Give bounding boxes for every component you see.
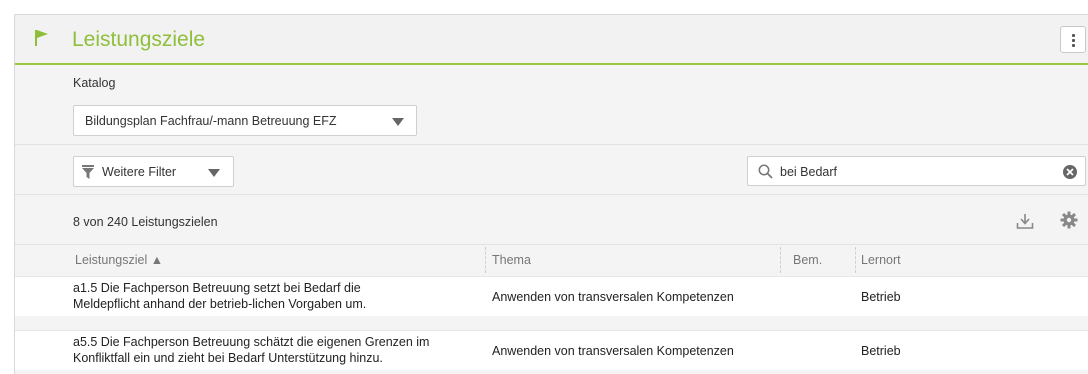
lernort-cell: Betrieb (861, 290, 901, 304)
table-row[interactable]: a1.5 Die Fachperson Betreuung setzt bei … (15, 276, 1088, 316)
katalog-select[interactable]: Bildungsplan Fachfrau/-mann Betreuung EF… (73, 105, 417, 136)
search-field[interactable] (747, 156, 1086, 186)
search-icon (758, 164, 773, 179)
chevron-down-icon (208, 169, 220, 177)
katalog-selected-value: Bildungsplan Fachfrau/-mann Betreuung EF… (85, 114, 337, 128)
chevron-down-icon (392, 118, 404, 126)
vertical-dots-icon (1072, 34, 1075, 37)
column-separator (855, 247, 856, 273)
filter-icon (82, 165, 94, 179)
leistungsziel-line: a1.5 Die Fachperson Betreuung setzt bei … (73, 281, 361, 295)
page-title: Leistungsziele (72, 28, 206, 51)
result-count: 8 von 240 Leistungszielen (73, 215, 218, 229)
column-header-bem[interactable]: Bem. (793, 253, 822, 267)
download-icon[interactable] (1016, 212, 1034, 230)
divider (15, 194, 1088, 195)
search-input[interactable] (780, 163, 1050, 181)
leistungsziele-panel: Leistungsziele Katalog Bildungsplan Fach… (14, 14, 1088, 374)
lernort-cell: Betrieb (861, 344, 901, 358)
leistungsziel-cell: a5.5 Die Fachperson Betreuung schätzt di… (73, 334, 429, 366)
divider (15, 144, 1088, 145)
clear-icon[interactable] (1062, 164, 1078, 180)
panel-header: Leistungsziele (15, 15, 1088, 65)
weitere-filter-button[interactable]: Weitere Filter (73, 156, 234, 187)
divider (15, 244, 1088, 245)
leistungsziel-cell: a1.5 Die Fachperson Betreuung setzt bei … (73, 280, 366, 312)
thema-cell: Anwenden von transversalen Kompetenzen (492, 344, 734, 358)
column-separator (780, 247, 781, 273)
thema-cell: Anwenden von transversalen Kompetenzen (492, 290, 734, 304)
vertical-dots-icon-dot (1072, 44, 1075, 47)
flag-icon (35, 30, 48, 46)
more-options-button[interactable] (1060, 26, 1086, 53)
katalog-label: Katalog (73, 76, 116, 90)
column-header-leistungsziel[interactable]: Leistungsziel ▲ (75, 253, 163, 267)
leistungsziel-line: a5.5 Die Fachperson Betreuung schätzt di… (73, 335, 430, 349)
weitere-filter-label: Weitere Filter (102, 165, 177, 179)
table-row[interactable]: a5.5 Die Fachperson Betreuung schätzt di… (15, 330, 1088, 370)
vertical-dots-icon-dot (1072, 39, 1075, 42)
leistungsziel-line: Konfliktfall ein und zieht bei Bedarf Un… (73, 351, 383, 365)
column-separator (485, 247, 486, 273)
gear-icon[interactable] (1060, 211, 1078, 229)
leistungsziel-line: Meldepflicht anhand der betrieb-lichen V… (73, 297, 367, 311)
column-header-lernort[interactable]: Lernort (861, 253, 901, 267)
column-header-thema[interactable]: Thema (492, 253, 531, 267)
